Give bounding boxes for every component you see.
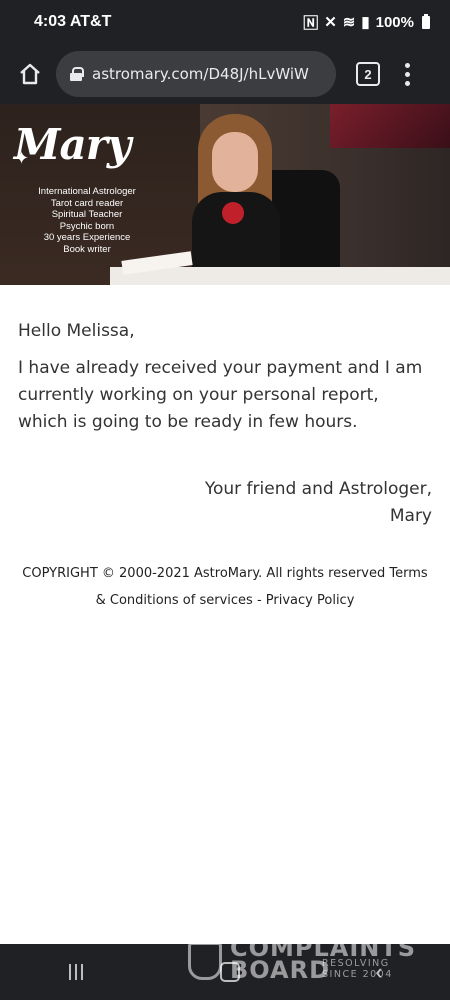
mute-icon: ✕ <box>324 14 337 31</box>
signature-name: Mary <box>389 506 432 526</box>
browser-toolbar: astromary.com/D48J/hLvWiW 2 <box>0 44 450 104</box>
greeting: Hello Melissa, <box>18 321 135 341</box>
recent-bar <box>69 964 72 980</box>
signature: Your friend and Astrologer, Mary <box>18 476 432 530</box>
banner-credentials: International Astrologer Tarot card read… <box>34 186 140 256</box>
footer: COPYRIGHT © 2000-2021 AstroMary. All rig… <box>18 560 432 614</box>
desk <box>110 267 450 285</box>
recent-apps-button[interactable] <box>67 964 85 980</box>
battery-percent: 100% <box>375 13 414 31</box>
credential-line: Psychic born <box>59 220 115 232</box>
menu-dot <box>404 80 410 86</box>
header-banner: ✦ Mary International Astrologer Tarot ca… <box>0 104 450 285</box>
home-icon <box>20 63 40 85</box>
lock-icon <box>70 67 84 81</box>
status-bar: 4:03 AT&T 🄽 ✕ ≋ ▮ 100% <box>0 0 450 44</box>
status-icons: 🄽 ✕ ≋ ▮ 100% <box>303 12 430 33</box>
credential-line: Spiritual Teacher <box>51 209 123 221</box>
watermark: COMPLAINTS BOARD RESOLVING SINCE 2004 <box>188 934 418 984</box>
watermark-line2: BOARD <box>230 956 331 984</box>
signal-icon: ▮ <box>361 14 370 31</box>
footer-separator: - <box>256 593 262 608</box>
wall-painting <box>330 104 450 148</box>
privacy-link[interactable]: Privacy Policy <box>266 593 355 608</box>
tab-count: 2 <box>364 66 372 82</box>
battery-icon <box>422 13 430 29</box>
more-menu-button[interactable] <box>402 62 412 86</box>
person-face <box>212 132 258 192</box>
message-body: I have already received your payment and… <box>18 358 423 432</box>
address-bar[interactable]: astromary.com/D48J/hLvWiW <box>56 51 336 97</box>
status-time-carrier: 4:03 AT&T <box>34 13 112 30</box>
email-content: Hello Melissa, I have already received y… <box>0 285 450 614</box>
credential-line: 30 years Experience <box>43 232 131 244</box>
copyright-text: COPYRIGHT © 2000-2021 AstroMary. All rig… <box>22 566 386 581</box>
menu-dot <box>404 62 410 68</box>
url-text: astromary.com/D48J/hLvWiW <box>92 65 309 83</box>
shield-icon <box>188 942 222 980</box>
watermark-line3: RESOLVING SINCE 2004 <box>322 958 393 980</box>
signature-line: Your friend and Astrologer, <box>204 479 432 499</box>
recent-bar <box>81 964 84 980</box>
credential-line: International Astrologer <box>38 186 136 197</box>
nfc-icon: 🄽 <box>303 14 319 32</box>
wifi-icon: ≋ <box>342 14 356 31</box>
mary-logo: Mary <box>14 120 131 169</box>
credential-line: Book writer <box>63 243 111 255</box>
menu-dot <box>404 71 410 77</box>
recent-bar <box>75 964 78 980</box>
credential-line: Tarot card reader <box>50 197 124 209</box>
home-button[interactable] <box>10 54 50 94</box>
tab-switcher-button[interactable]: 2 <box>356 62 380 86</box>
rose-decoration <box>222 202 244 224</box>
